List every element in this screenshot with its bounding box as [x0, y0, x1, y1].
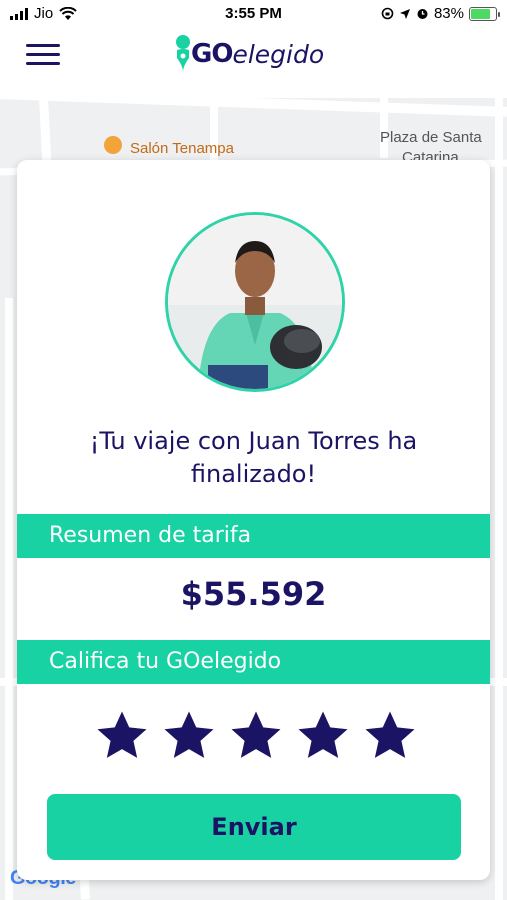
alarm-icon [417, 9, 428, 19]
rating-stars [94, 708, 418, 764]
star-icon[interactable] [362, 708, 418, 764]
star-icon[interactable] [295, 708, 351, 764]
star-icon[interactable] [94, 708, 150, 764]
hamburger-icon[interactable] [26, 42, 62, 66]
battery-icon [469, 6, 500, 21]
fare-amount: $55.592 [180, 575, 327, 613]
submit-button[interactable]: Enviar [47, 794, 461, 860]
status-right: 83% [381, 5, 500, 22]
driver-avatar [165, 212, 345, 392]
trip-summary-card: ¡Tu viaje con Juan Torres ha finalizado!… [17, 160, 490, 880]
rating-section-title: Califica tu GOelegido [49, 649, 282, 674]
trip-finished-message: ¡Tu viaje con Juan Torres ha finalizado! [89, 427, 418, 488]
status-bar: Jio 3:55 PM 83% [0, 0, 507, 30]
star-icon[interactable] [228, 708, 284, 764]
battery-percent: 83% [433, 5, 464, 22]
map-label-salon: Salón Tenampa [130, 140, 234, 157]
fare-section-title: Resumen de tarifa [49, 523, 252, 548]
logo-elegido-text: elegido [232, 39, 325, 69]
app-header: GO elegido [0, 30, 507, 98]
logo-go-text: GO [191, 39, 233, 69]
app-logo: GO elegido [175, 34, 324, 74]
location-arrow-icon [399, 8, 410, 19]
rotation-lock-icon [381, 7, 394, 20]
restaurant-pin-icon[interactable] [104, 136, 122, 154]
map-label-plaza: Plaza de Santa [380, 129, 482, 146]
star-icon[interactable] [161, 708, 217, 764]
location-pin-icon [176, 35, 190, 72]
rating-section-header: Califica tu GOelegido [17, 640, 490, 684]
fare-section-header: Resumen de tarifa [17, 514, 490, 558]
